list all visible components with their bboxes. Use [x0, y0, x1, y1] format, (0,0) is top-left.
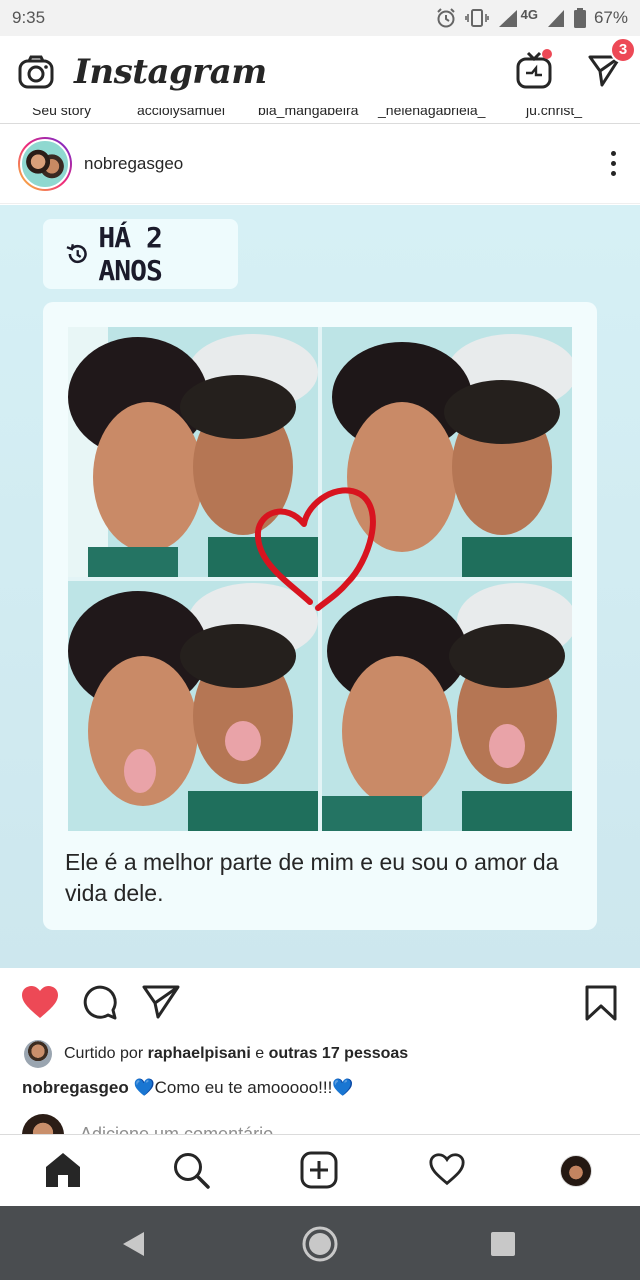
alarm-icon	[436, 8, 455, 28]
signal-icon-2	[547, 10, 564, 27]
app-header: Instagram 3	[0, 36, 640, 108]
memory-text: Ele é a melhor parte de mim e eu sou o a…	[65, 849, 559, 906]
comment-placeholder[interactable]: Adicione um comentário...	[80, 1124, 288, 1134]
instagram-logo: Instagram	[74, 52, 267, 92]
caption-username[interactable]: nobregasgeo	[22, 1078, 129, 1097]
network-type: 4G	[520, 6, 538, 22]
igtv-notification-dot	[542, 48, 552, 59]
story-label[interactable]: bia_mangabeira	[258, 108, 358, 118]
liked-by-user[interactable]: raphaelpisani	[148, 1045, 251, 1063]
igtv-button[interactable]	[516, 48, 552, 94]
status-icons: 4G 67%	[435, 7, 628, 29]
bottom-tab-bar	[0, 1134, 640, 1206]
story-label[interactable]: _helenagabriela_	[378, 108, 485, 118]
heart-icon[interactable]	[428, 1151, 466, 1187]
liked-by-joiner: e	[255, 1045, 265, 1062]
status-time: 9:35	[12, 8, 46, 27]
caption-text: 💙Como eu te amooooo!!!💙	[133, 1078, 354, 1097]
back-icon[interactable]	[120, 1230, 146, 1258]
camera-icon[interactable]	[18, 55, 54, 89]
avatar[interactable]	[18, 136, 72, 191]
memory-label: HÁ 2 ANOS	[98, 221, 162, 287]
heart-doodle	[254, 487, 376, 611]
liked-by-prefix: Curtido por	[64, 1045, 144, 1062]
comment-icon[interactable]	[82, 984, 118, 1020]
add-icon[interactable]	[300, 1151, 338, 1189]
liker-avatar	[24, 1040, 52, 1068]
stories-strip[interactable]: Seu story acciolysamuel bia_mangabeira _…	[0, 108, 640, 124]
story-label[interactable]: ju.christ_	[526, 108, 582, 118]
history-icon	[66, 243, 87, 264]
post-caption: nobregasgeo 💙Como eu te amooooo!!!💙	[22, 1078, 353, 1098]
add-comment-row[interactable]: Adicione um comentário...	[0, 1108, 640, 1134]
home-icon[interactable]	[44, 1151, 82, 1189]
direct-button[interactable]: 3	[588, 36, 636, 92]
post-username[interactable]: nobregasgeo	[84, 154, 183, 174]
status-bar: 9:35 4G 67%	[0, 0, 640, 36]
share-icon[interactable]	[142, 984, 180, 1020]
avatar-image	[20, 138, 70, 189]
likes-summary[interactable]: Curtido por raphaelpisani e outras 17 pe…	[24, 1040, 408, 1068]
memory-photo	[68, 327, 572, 831]
recents-icon[interactable]	[490, 1231, 516, 1257]
comment-avatar	[22, 1114, 64, 1134]
signal-icon	[498, 10, 517, 27]
post-header: nobregasgeo	[0, 124, 640, 204]
profile-avatar[interactable]	[560, 1155, 592, 1187]
liked-by-others[interactable]: outras 17 pessoas	[269, 1045, 409, 1063]
photo-tile	[68, 581, 318, 831]
home-nav-icon[interactable]	[301, 1225, 339, 1263]
story-label[interactable]: acciolysamuel	[137, 108, 225, 118]
bookmark-icon[interactable]	[584, 984, 618, 1022]
system-nav-bar	[0, 1206, 640, 1280]
search-icon[interactable]	[172, 1151, 210, 1189]
battery-percent: 67%	[593, 8, 628, 27]
memory-card: Ele é a melhor parte de mim e eu sou o a…	[43, 302, 597, 930]
memory-badge: HÁ 2 ANOS	[43, 219, 238, 289]
more-icon[interactable]	[605, 145, 622, 182]
post-actions	[0, 968, 640, 1038]
photo-tile	[322, 581, 572, 831]
heart-filled-icon[interactable]	[20, 984, 60, 1020]
battery-icon	[573, 8, 586, 28]
vibrate-icon	[464, 9, 489, 27]
direct-badge: 3	[610, 36, 636, 63]
post-media[interactable]: HÁ 2 ANOS Ele é a melhor parte de mim e …	[0, 205, 640, 968]
header-actions: 3	[516, 36, 636, 94]
story-label[interactable]: Seu story	[32, 108, 91, 118]
